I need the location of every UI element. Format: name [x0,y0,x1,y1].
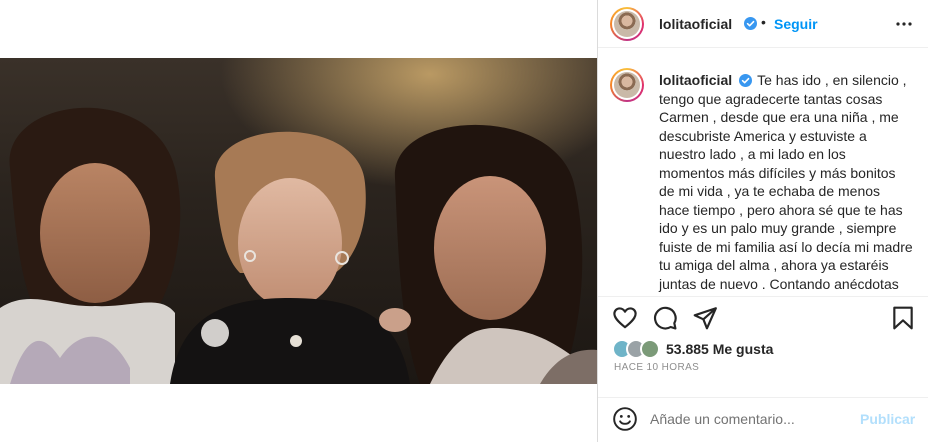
header-separator: • [761,14,766,30]
caption-username[interactable]: lolitaoficial [659,72,732,88]
caption-section: lolitaoficial Te has ido , en silencio ,… [598,62,928,295]
heart-icon[interactable] [612,305,638,331]
post-header: lolitaoficial • Seguir [598,0,928,48]
post-side-panel: lolitaoficial • Seguir lolitaoficial Te … [598,0,928,442]
publish-button[interactable]: Publicar [860,411,915,427]
comment-bar: Publicar [598,398,928,442]
likes-row: 53.885 Me gusta [612,338,912,360]
verified-badge-icon [739,74,753,87]
bookmark-icon[interactable] [890,305,916,331]
more-options-icon[interactable] [894,14,914,34]
follow-button[interactable]: Seguir [774,16,818,32]
liker-avatar [640,339,660,359]
likes-count[interactable]: 53.885 Me gusta [666,341,773,357]
post-timestamp: HACE 10 HORAS [614,362,700,373]
caption-author-avatar[interactable] [610,68,644,102]
caption-text: Te has ido , en silencio , tengo que agr… [659,72,913,292]
post-photo[interactable] [0,58,597,384]
action-bar [598,305,928,335]
comment-icon[interactable] [652,305,678,331]
author-username[interactable]: lolitaoficial [659,16,732,32]
comment-input[interactable] [650,408,850,430]
verified-badge-icon [744,17,757,30]
post-caption: lolitaoficial Te has ido , en silencio ,… [659,71,914,293]
photo-illustration [0,58,597,384]
author-avatar[interactable] [610,7,644,41]
share-icon[interactable] [692,305,718,331]
actions-divider [598,296,928,297]
emoji-icon[interactable] [612,406,638,432]
post-media [0,0,597,442]
